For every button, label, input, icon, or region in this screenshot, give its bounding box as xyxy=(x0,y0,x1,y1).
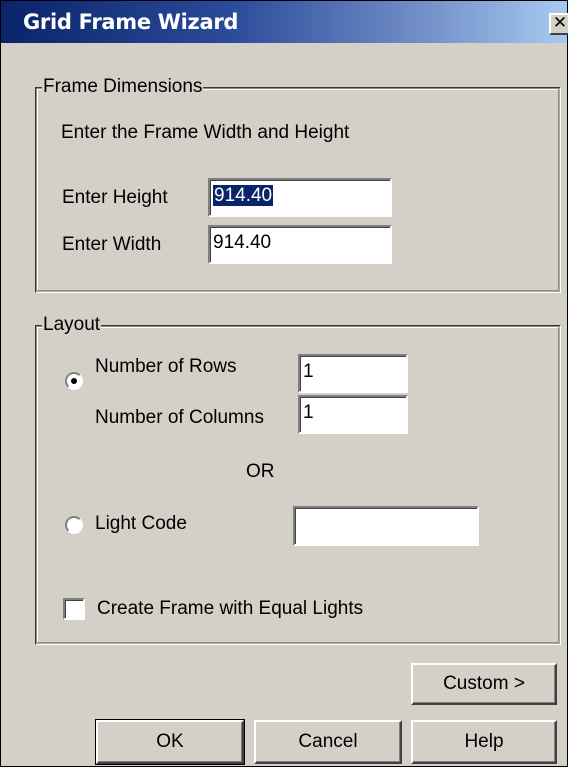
height-input[interactable]: 914.40 xyxy=(208,178,392,217)
layout-group-label: Layout xyxy=(42,314,102,336)
width-input[interactable]: 914.40 xyxy=(208,225,392,264)
close-icon[interactable]: ✕ xyxy=(549,13,568,35)
light-code-radio[interactable] xyxy=(65,516,83,534)
ok-button[interactable]: OK xyxy=(95,719,245,765)
window-title: Grid Frame Wizard xyxy=(23,10,239,34)
number-of-columns-label: Number of Columns xyxy=(95,407,264,428)
radio-selected-dot xyxy=(71,378,77,384)
width-input-value: 914.40 xyxy=(213,232,272,253)
equal-lights-checkbox[interactable] xyxy=(63,598,85,620)
height-input-value: 914.40 xyxy=(213,185,274,206)
rows-input-value: 1 xyxy=(303,361,314,382)
number-of-rows-label: Number of Rows xyxy=(95,356,237,377)
columns-input-value: 1 xyxy=(303,402,314,423)
rows-columns-radio[interactable] xyxy=(65,372,83,390)
light-code-label: Light Code xyxy=(95,513,187,534)
help-button[interactable]: Help xyxy=(411,720,557,764)
custom-button[interactable]: Custom > xyxy=(411,663,557,705)
title-bar[interactable]: Grid Frame Wizard ✕ xyxy=(1,1,568,43)
equal-lights-label: Create Frame with Equal Lights xyxy=(97,598,364,619)
columns-input[interactable]: 1 xyxy=(298,395,408,434)
grid-frame-wizard-dialog: Grid Frame Wizard ✕ Frame Dimensions Ent… xyxy=(0,0,568,767)
cancel-button[interactable]: Cancel xyxy=(254,720,402,764)
or-separator: OR xyxy=(246,461,275,482)
frame-dimensions-instruction: Enter the Frame Width and Height xyxy=(61,122,350,143)
enter-width-label: Enter Width xyxy=(62,234,162,255)
rows-input[interactable]: 1 xyxy=(298,354,408,393)
light-code-input[interactable] xyxy=(293,506,479,546)
enter-height-label: Enter Height xyxy=(62,187,168,208)
frame-dimensions-group-label: Frame Dimensions xyxy=(42,76,204,98)
